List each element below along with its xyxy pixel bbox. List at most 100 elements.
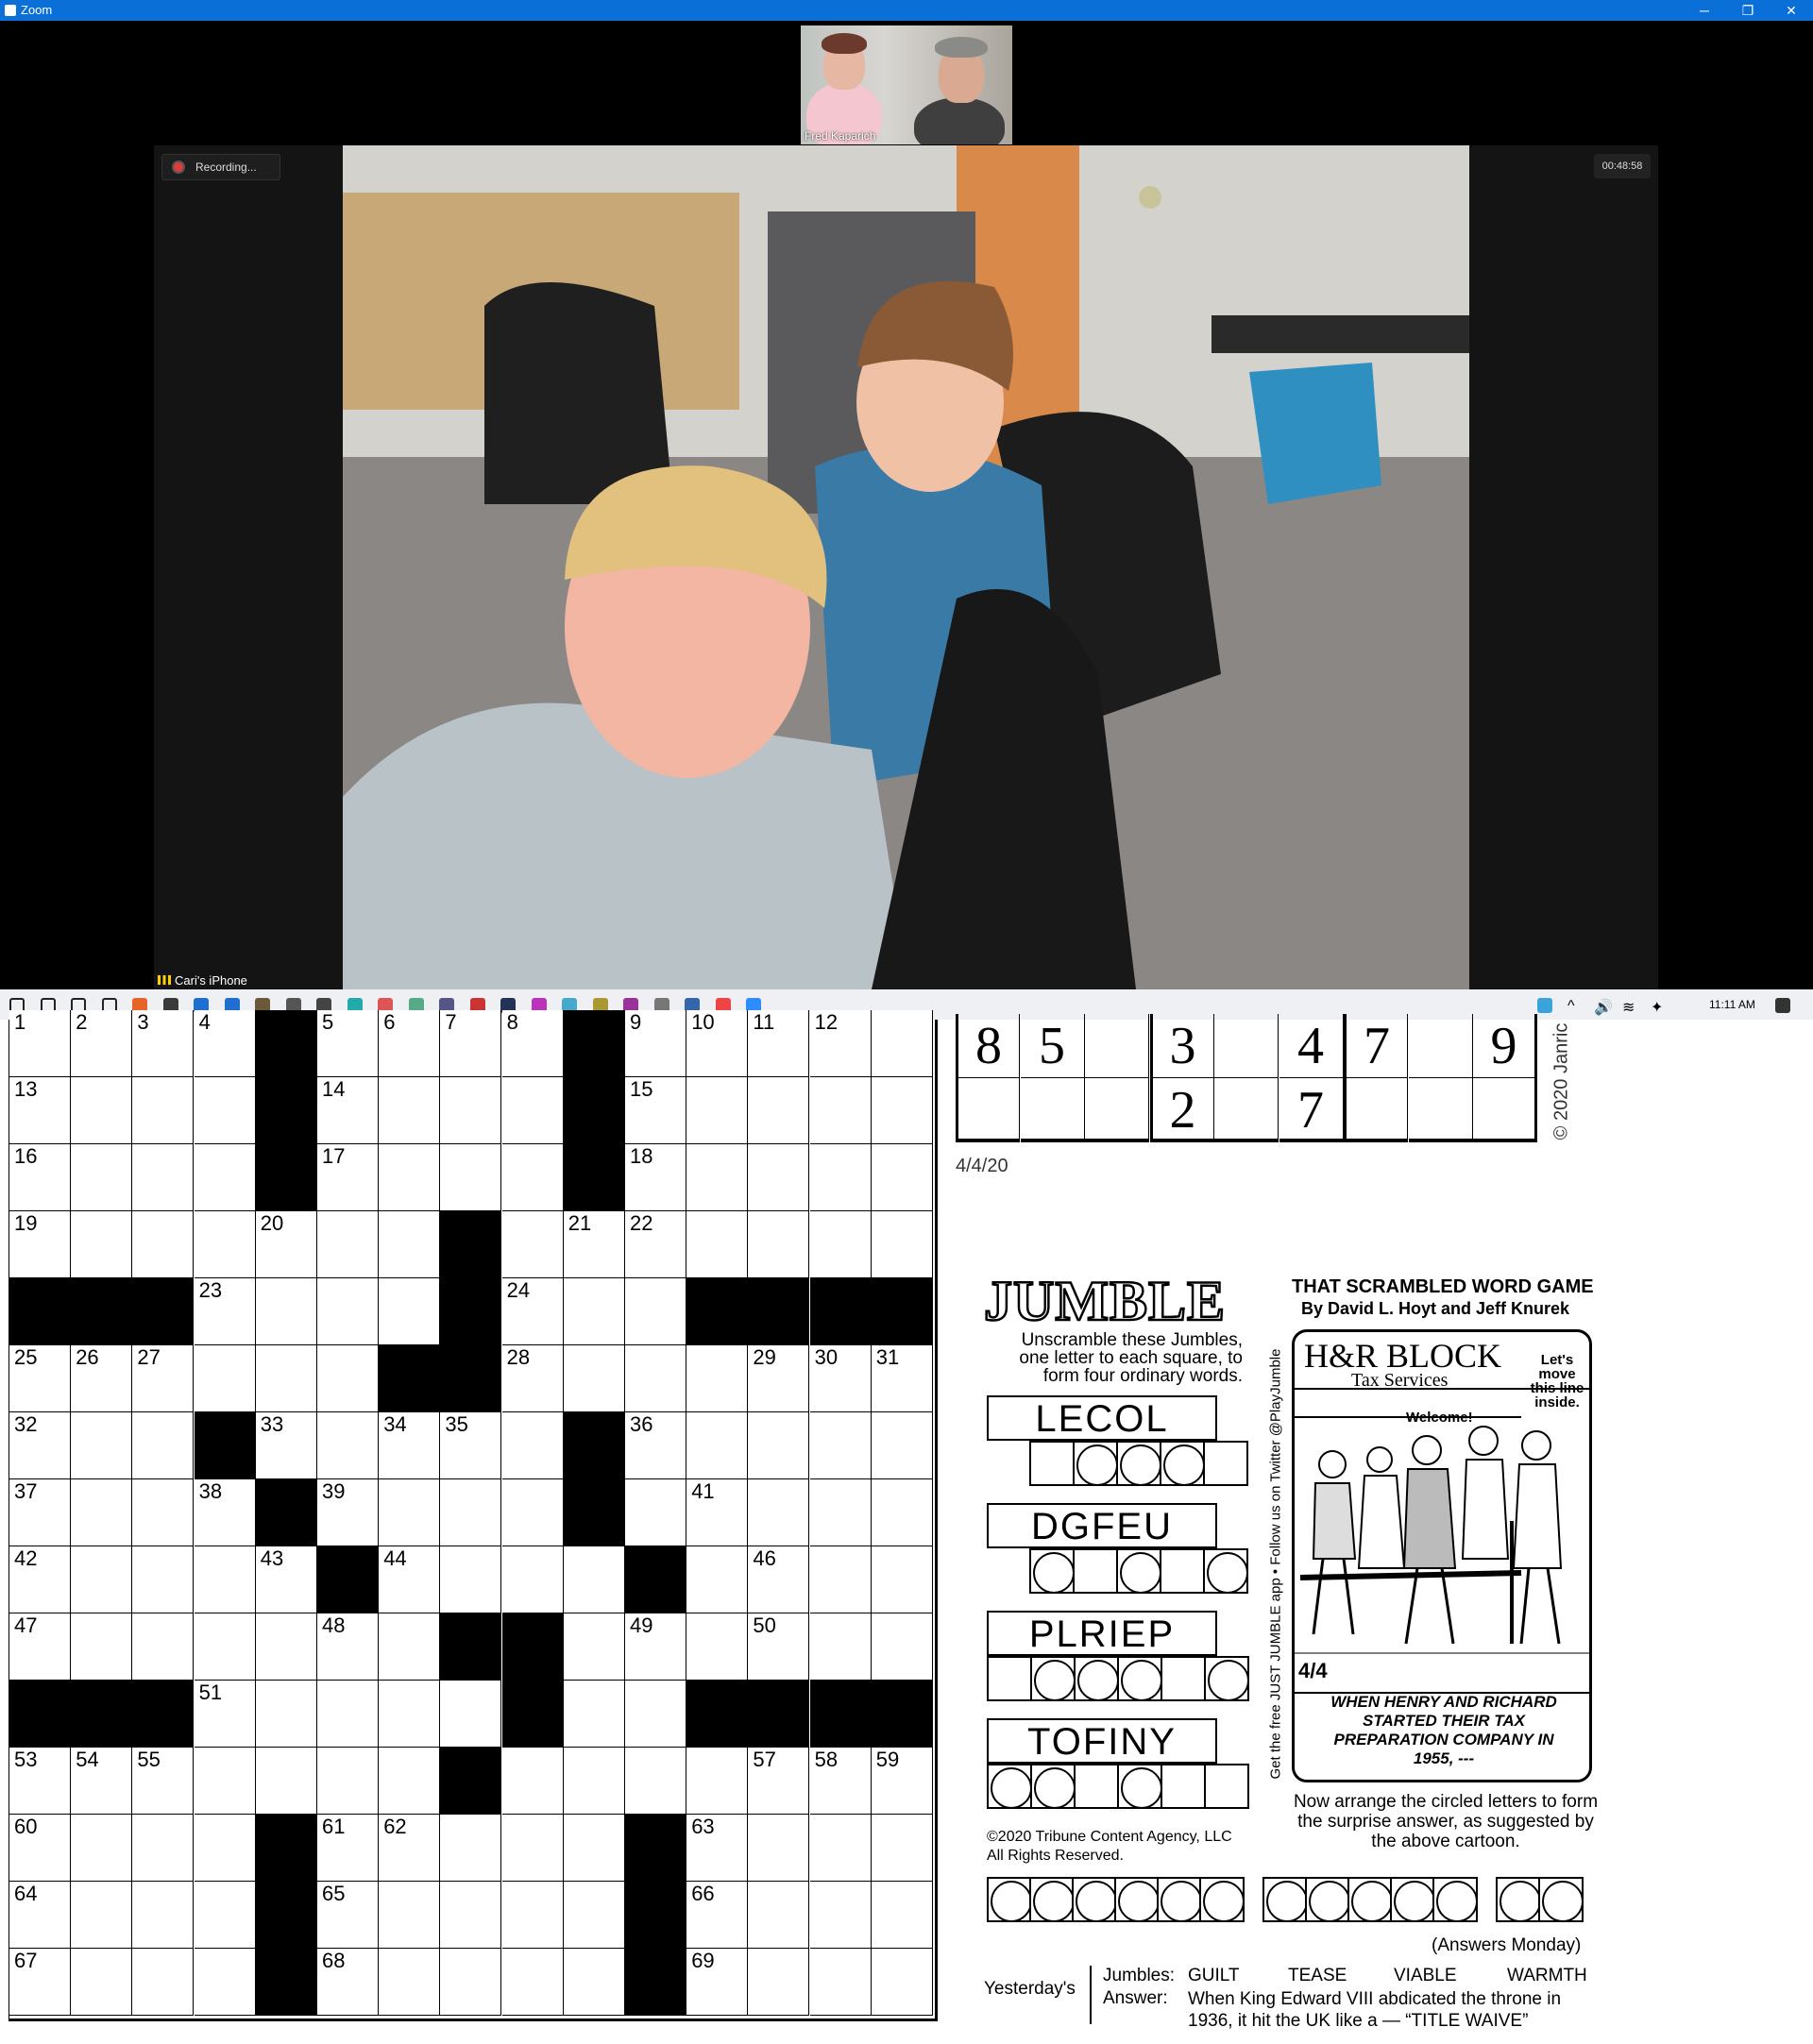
crossword-cell[interactable]: 13 [9, 1077, 71, 1144]
crossword-cell[interactable] [440, 1479, 502, 1546]
crossword-cell[interactable] [748, 1077, 810, 1144]
crossword-cell[interactable]: 60 [9, 1815, 71, 1882]
crossword-cell[interactable]: 51 [194, 1681, 256, 1748]
answer-letter-box[interactable] [1347, 1877, 1393, 1922]
answer-letter-box[interactable] [1262, 1877, 1308, 1922]
crossword-cell[interactable] [686, 1546, 749, 1613]
close-button[interactable]: ✕ [1770, 0, 1813, 21]
jumble-letter-box[interactable] [1203, 1441, 1248, 1486]
crossword-cell[interactable]: 35 [440, 1412, 502, 1479]
crossword-cell[interactable] [194, 1613, 256, 1681]
crossword-cell[interactable]: 42 [9, 1546, 71, 1613]
crossword-cell[interactable] [809, 1412, 872, 1479]
crossword-cell[interactable] [625, 1479, 686, 1546]
crossword-cell[interactable]: 30 [809, 1345, 872, 1412]
crossword-cell[interactable] [501, 1211, 564, 1278]
crossword-cell[interactable]: 1 [9, 1010, 71, 1077]
crossword-cell[interactable]: 41 [686, 1479, 749, 1546]
crossword-cell[interactable] [194, 1882, 256, 1949]
crossword-cell[interactable] [379, 1144, 441, 1211]
crossword-cell[interactable]: 66 [686, 1882, 749, 1949]
crossword-cell[interactable] [809, 1613, 872, 1681]
crossword-cell[interactable] [563, 1748, 625, 1815]
crossword-cell[interactable] [686, 1748, 749, 1815]
crossword-cell[interactable] [440, 1681, 502, 1748]
answer-letter-box[interactable] [1157, 1877, 1202, 1922]
crossword-cell[interactable] [194, 1211, 256, 1278]
crossword-cell[interactable] [317, 1681, 379, 1748]
crossword-cell[interactable] [748, 1412, 810, 1479]
crossword-cell[interactable] [132, 1144, 195, 1211]
jumble-letter-box[interactable] [1073, 1548, 1118, 1594]
crossword-cell[interactable] [563, 1278, 625, 1345]
participant-thumbnail[interactable]: Fred Kaparich [801, 25, 1012, 144]
crossword-cell[interactable]: 15 [625, 1077, 686, 1144]
crossword-cell[interactable] [871, 1144, 933, 1211]
crossword-cell[interactable]: 5 [317, 1010, 379, 1077]
crossword-cell[interactable] [501, 1882, 564, 1949]
crossword-cell[interactable] [501, 1546, 564, 1613]
crossword-cell[interactable] [440, 1077, 502, 1144]
crossword-cell[interactable] [194, 1748, 256, 1815]
crossword-cell[interactable]: 8 [501, 1010, 564, 1077]
battery-icon[interactable] [1679, 998, 1694, 1013]
crossword-cell[interactable]: 10 [686, 1010, 749, 1077]
crossword-cell[interactable] [501, 1479, 564, 1546]
crossword-cell[interactable] [563, 1882, 625, 1949]
crossword-cell[interactable] [440, 1949, 502, 2016]
jumble-letter-box[interactable] [1161, 1764, 1206, 1809]
jumble-letter-box[interactable] [1029, 1441, 1075, 1486]
crossword-cell[interactable] [563, 1345, 625, 1412]
crossword-cell[interactable] [71, 1412, 133, 1479]
crossword-cell[interactable] [194, 1345, 256, 1412]
crossword-cell[interactable]: 44 [379, 1546, 441, 1613]
crossword-cell[interactable] [809, 1144, 872, 1211]
crossword-cell[interactable] [625, 1748, 686, 1815]
crossword-cell[interactable] [501, 1144, 564, 1211]
crossword-cell[interactable] [501, 1412, 564, 1479]
crossword-cell[interactable] [563, 1815, 625, 1882]
crossword-cell[interactable] [255, 1681, 317, 1748]
jumble-letter-box[interactable] [1030, 1764, 1076, 1809]
crossword-cell[interactable] [563, 1613, 625, 1681]
answer-letter-box[interactable] [1538, 1877, 1584, 1922]
crossword-cell[interactable]: 3 [132, 1010, 195, 1077]
crossword-cell[interactable] [132, 1479, 195, 1546]
crossword-cell[interactable] [686, 1613, 749, 1681]
volume-icon[interactable]: 🔊 [1594, 998, 1613, 1016]
jumble-letter-box[interactable] [1029, 1548, 1075, 1594]
crossword-cell[interactable] [625, 1345, 686, 1412]
crossword-cell[interactable]: 27 [132, 1345, 195, 1412]
crossword-cell[interactable]: 58 [809, 1748, 872, 1815]
crossword-cell[interactable]: 64 [9, 1882, 71, 1949]
crossword-cell[interactable] [871, 1613, 933, 1681]
crossword-cell[interactable] [132, 1077, 195, 1144]
crossword-cell[interactable]: 34 [379, 1412, 441, 1479]
answer-letter-box[interactable] [1432, 1877, 1478, 1922]
answer-letter-box[interactable] [1305, 1877, 1350, 1922]
crossword-cell[interactable]: 68 [317, 1949, 379, 2016]
crossword-cell[interactable] [748, 1211, 810, 1278]
crossword-cell[interactable]: 50 [748, 1613, 810, 1681]
crossword-cell[interactable] [132, 1949, 195, 2016]
crossword-cell[interactable] [809, 1949, 872, 2016]
recording-indicator[interactable]: Recording... [161, 154, 280, 180]
answer-letter-box[interactable] [1029, 1877, 1075, 1922]
answer-letter-box[interactable] [1390, 1877, 1435, 1922]
crossword-cell[interactable] [194, 1815, 256, 1882]
crossword-cell[interactable] [871, 1815, 933, 1882]
crossword-cell[interactable] [809, 1211, 872, 1278]
crossword-cell[interactable] [317, 1748, 379, 1815]
crossword-cell[interactable] [748, 1949, 810, 2016]
crossword-cell[interactable]: 48 [317, 1613, 379, 1681]
crossword-cell[interactable]: 36 [625, 1412, 686, 1479]
crossword-cell[interactable]: 11 [748, 1010, 810, 1077]
crossword-cell[interactable]: 57 [748, 1748, 810, 1815]
jumble-letter-box[interactable] [1160, 1548, 1205, 1594]
crossword-cell[interactable] [809, 1479, 872, 1546]
crossword-cell[interactable] [71, 1144, 133, 1211]
crossword-cell[interactable] [132, 1412, 195, 1479]
crossword-cell[interactable] [255, 1278, 317, 1345]
crossword-cell[interactable] [871, 1479, 933, 1546]
crossword-cell[interactable] [625, 1681, 686, 1748]
